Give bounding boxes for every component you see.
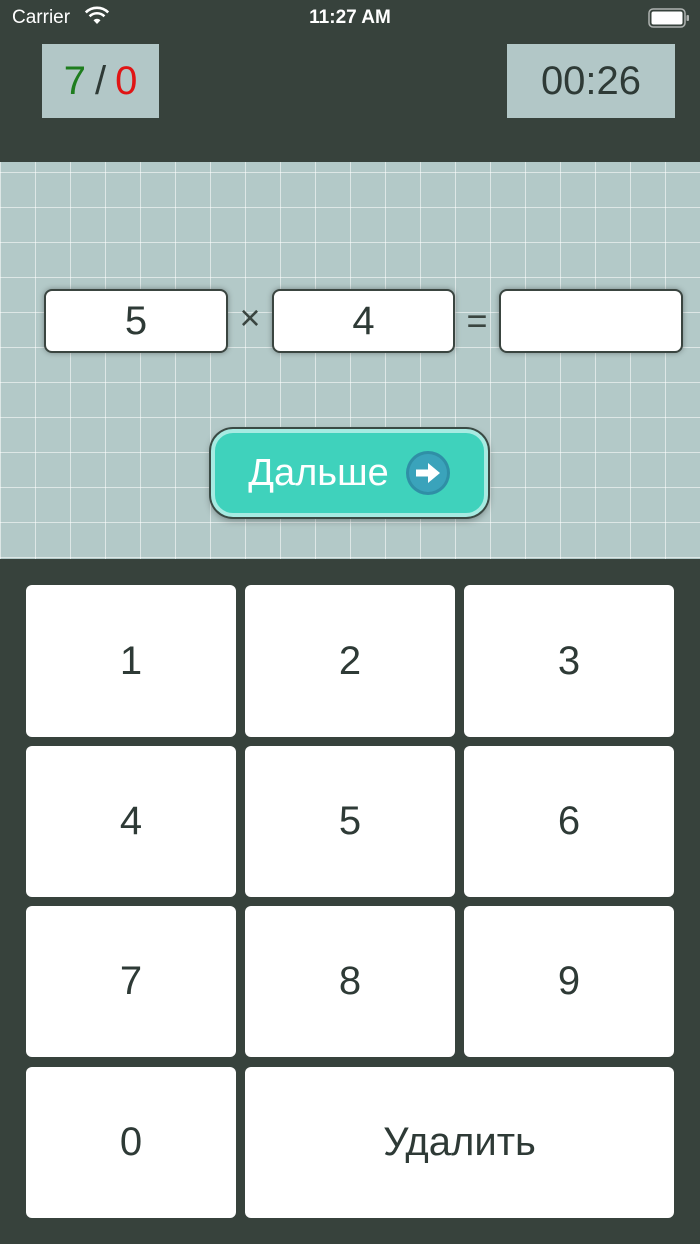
multiply-sign: × xyxy=(239,297,261,338)
key-9[interactable]: 9 xyxy=(464,906,674,1057)
score-display: 7 / 0 xyxy=(42,44,159,118)
key-5[interactable]: 5 xyxy=(245,746,455,897)
status-time: 11:27 AM xyxy=(309,7,391,28)
key-4[interactable]: 4 xyxy=(26,746,236,897)
next-button-label: Дальше xyxy=(248,451,389,494)
key-8[interactable]: 8 xyxy=(245,906,455,1057)
correct-count: 7 xyxy=(63,58,86,103)
key-7[interactable]: 7 xyxy=(26,906,236,1057)
problem-area: 5 × 4 = Дальше xyxy=(0,162,700,559)
operand-b: 4 xyxy=(272,289,455,353)
equals-sign: = xyxy=(466,300,488,341)
delete-button[interactable]: Удалить xyxy=(245,1067,674,1218)
operand-a: 5 xyxy=(44,289,228,353)
status-bar: Carrier 11:27 AM xyxy=(0,0,700,36)
arrow-right-icon xyxy=(405,451,450,495)
key-3[interactable]: 3 xyxy=(464,585,674,737)
timer-display: 00:26 xyxy=(507,44,675,118)
next-button[interactable]: Дальше xyxy=(211,429,488,517)
key-2[interactable]: 2 xyxy=(245,585,455,737)
battery-icon xyxy=(648,8,689,28)
key-1[interactable]: 1 xyxy=(26,585,236,737)
answer-field[interactable] xyxy=(499,289,683,353)
key-0[interactable]: 0 xyxy=(26,1067,236,1218)
key-6[interactable]: 6 xyxy=(464,746,674,897)
score-separator: / xyxy=(94,58,107,103)
wrong-count: 0 xyxy=(115,58,138,103)
